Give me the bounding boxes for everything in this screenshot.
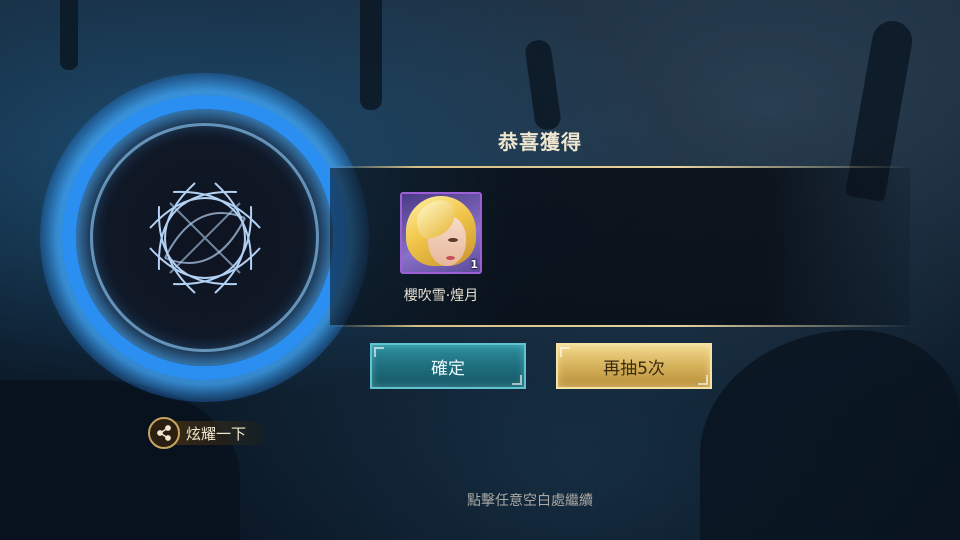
button-corner: [560, 347, 570, 357]
rune-sigil-icon: [148, 181, 261, 294]
share-label: 炫耀一下: [186, 424, 247, 443]
item-count-badge: 1: [470, 258, 478, 271]
reward-item-card[interactable]: 1: [400, 192, 482, 274]
portrait-eye: [448, 238, 458, 242]
reward-item-name: 櫻吹雪·煌月: [403, 288, 479, 304]
button-corner: [698, 375, 708, 385]
divider-bottom: [330, 325, 910, 327]
background-rock: [360, 0, 382, 110]
divider-top: [330, 166, 910, 168]
draw-again-button[interactable]: 再抽5次: [556, 343, 712, 389]
reward-title: 恭喜獲得: [498, 130, 582, 154]
draw-again-button-label: 再抽5次: [603, 358, 665, 379]
share-button[interactable]: 炫耀一下: [148, 416, 266, 450]
button-corner: [374, 347, 384, 357]
portal-ring: [62, 95, 347, 380]
summon-portal: [40, 73, 369, 402]
continue-hint: 點擊任意空白處繼續: [467, 493, 593, 509]
confirm-button-label: 確定: [431, 358, 465, 379]
confirm-button[interactable]: 確定: [370, 343, 526, 389]
portrait-lip: [446, 256, 455, 260]
button-corner: [512, 375, 522, 385]
share-icon: [148, 417, 180, 449]
background-rock: [60, 0, 78, 70]
